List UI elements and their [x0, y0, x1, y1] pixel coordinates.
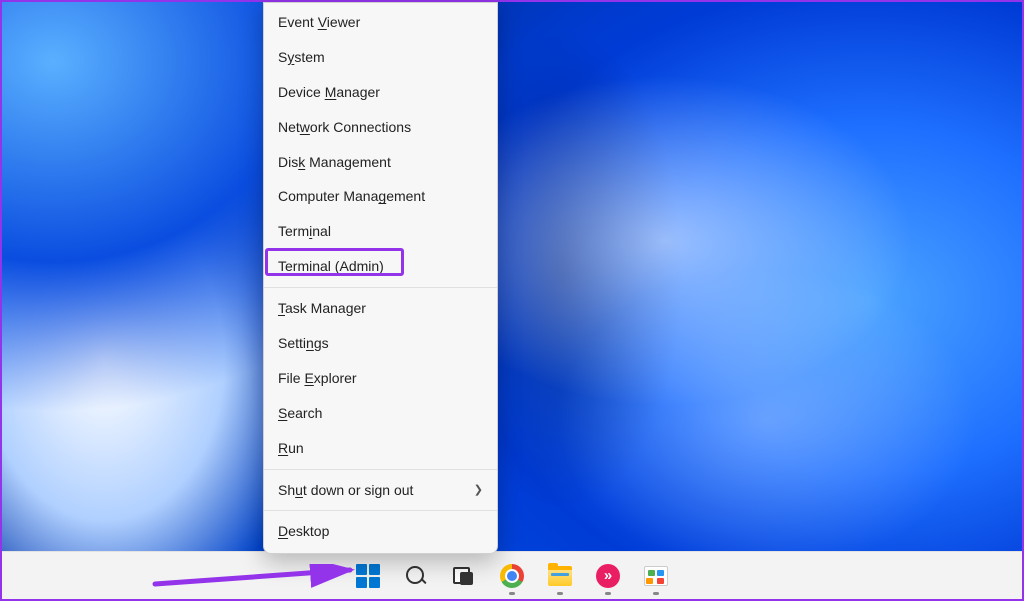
task-view-button[interactable] — [444, 556, 484, 596]
control-panel-icon — [644, 566, 668, 586]
running-indicator — [509, 592, 515, 595]
menu-item-event-viewer[interactable]: Event Viewer — [264, 5, 497, 40]
menu-separator — [264, 510, 497, 511]
menu-item-system[interactable]: System — [264, 40, 497, 75]
menu-item-device-manager[interactable]: Device Manager — [264, 75, 497, 110]
file-explorer-app[interactable] — [540, 556, 580, 596]
running-indicator — [653, 592, 659, 595]
desktop-wallpaper — [2, 2, 1022, 599]
task-view-icon — [453, 567, 475, 585]
windows-logo-icon — [356, 564, 380, 588]
chrome-icon — [500, 564, 524, 588]
menu-item-desktop[interactable]: Desktop — [264, 514, 497, 549]
control-panel-app[interactable] — [636, 556, 676, 596]
winx-context-menu: Event Viewer System Device Manager Netwo… — [263, 2, 498, 554]
chrome-app[interactable] — [492, 556, 532, 596]
menu-separator — [264, 469, 497, 470]
running-indicator — [605, 592, 611, 595]
pinned-app-red[interactable]: » — [588, 556, 628, 596]
start-button[interactable] — [348, 556, 388, 596]
menu-item-file-explorer[interactable]: File Explorer — [264, 361, 497, 396]
menu-item-shutdown[interactable]: Shut down or sign out ❯ — [264, 473, 497, 508]
app-icon: » — [596, 564, 620, 588]
menu-item-task-manager[interactable]: Task Manager — [264, 291, 497, 326]
folder-icon — [548, 566, 572, 586]
menu-item-disk-management[interactable]: Disk Management — [264, 145, 497, 180]
menu-separator — [264, 287, 497, 288]
menu-item-run[interactable]: Run — [264, 431, 497, 466]
menu-item-search[interactable]: Search — [264, 396, 497, 431]
search-icon — [405, 565, 427, 587]
menu-item-network-connections[interactable]: Network Connections — [264, 110, 497, 145]
chevron-right-icon: ❯ — [474, 483, 483, 498]
menu-item-terminal[interactable]: Terminal — [264, 214, 497, 249]
running-indicator — [557, 592, 563, 595]
taskbar: » — [2, 551, 1022, 599]
search-button[interactable] — [396, 556, 436, 596]
menu-item-computer-management[interactable]: Computer Management — [264, 179, 497, 214]
menu-item-settings[interactable]: Settings — [264, 326, 497, 361]
menu-item-terminal-admin[interactable]: Terminal (Admin) — [264, 249, 497, 284]
